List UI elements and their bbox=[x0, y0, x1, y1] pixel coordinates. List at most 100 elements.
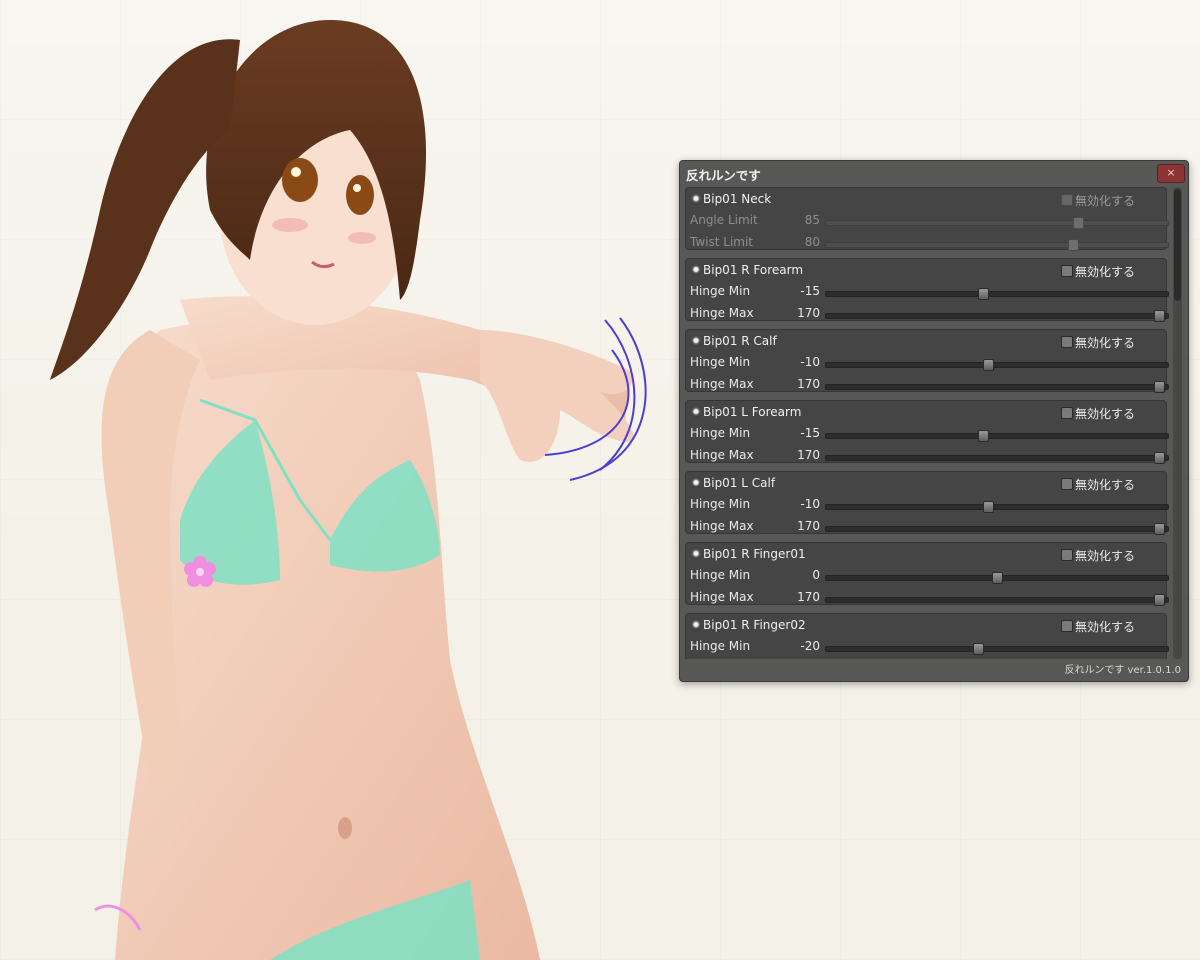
window-title: 反れルンです bbox=[686, 168, 761, 183]
bone-header: Bip01 R Finger01 無効化する bbox=[689, 547, 1165, 563]
slider-thumb[interactable] bbox=[1153, 452, 1165, 464]
limit-label: Hinge Min bbox=[690, 497, 751, 511]
limit-slider[interactable] bbox=[825, 643, 1169, 655]
limit-row: Twist Limit 80 bbox=[689, 235, 1169, 251]
slider-thumb[interactable] bbox=[992, 572, 1003, 584]
limit-slider[interactable] bbox=[825, 430, 1169, 442]
bone-group: Bip01 L Forearm 無効化する Hinge Min -15 Hinge Ma… bbox=[685, 400, 1169, 464]
limit-value: 170 bbox=[797, 590, 820, 604]
disable-toggle-label: 無効化する bbox=[1075, 620, 1136, 634]
limit-label: Hinge Max bbox=[690, 377, 754, 391]
limit-label: Hinge Max bbox=[690, 306, 754, 320]
bone-select-radio[interactable] bbox=[691, 407, 701, 417]
limit-row: Hinge Min -10 bbox=[689, 355, 1169, 371]
bone-select-radio[interactable] bbox=[691, 478, 701, 488]
limit-slider[interactable] bbox=[825, 452, 1169, 464]
bone-header: Bip01 L Calf 無効化する bbox=[689, 476, 1165, 492]
eye-highlight bbox=[291, 167, 301, 177]
blush bbox=[272, 218, 308, 232]
limit-value: -15 bbox=[800, 426, 820, 440]
bone-name: Bip01 R Forearm bbox=[703, 263, 804, 277]
slider-thumb[interactable] bbox=[982, 501, 994, 513]
limit-row: Hinge Max 170 bbox=[689, 377, 1169, 393]
limit-slider[interactable] bbox=[825, 239, 1169, 251]
bone-name: Bip01 L Forearm bbox=[703, 405, 802, 419]
slider-thumb[interactable] bbox=[1153, 523, 1165, 535]
bone-header: Bip01 R Calf 無効化する bbox=[689, 334, 1165, 350]
limit-label: Twist Limit bbox=[690, 235, 754, 249]
limit-row: Angle Limit 85 bbox=[689, 213, 1169, 229]
slider-thumb[interactable] bbox=[982, 359, 994, 371]
disable-toggle-label: 無効化する bbox=[1075, 265, 1136, 279]
checkbox-icon[interactable] bbox=[1061, 407, 1073, 419]
limit-value: 170 bbox=[797, 519, 820, 533]
limit-slider[interactable] bbox=[825, 523, 1169, 535]
scrollbar-thumb[interactable] bbox=[1174, 189, 1181, 301]
checkbox-icon[interactable] bbox=[1061, 620, 1073, 632]
checkbox-icon[interactable] bbox=[1061, 549, 1073, 561]
checkbox-icon[interactable] bbox=[1061, 478, 1073, 490]
navel bbox=[338, 817, 352, 839]
limit-slider[interactable] bbox=[825, 359, 1169, 371]
bone-name: Bip01 L Calf bbox=[703, 476, 776, 490]
limit-slider[interactable] bbox=[825, 572, 1169, 584]
disable-toggle-label: 無効化する bbox=[1075, 549, 1136, 563]
bone-list[interactable]: Bip01 Neck 無効化する Angle Limit 85 Twist Limit 8… bbox=[685, 187, 1169, 659]
bone-header: Bip01 R Forearm 無効化する bbox=[689, 263, 1165, 279]
bone-select-radio[interactable] bbox=[691, 265, 701, 275]
plugin-window[interactable]: 反れルンです × Bip01 Neck 無効化する Angle Limit 85 Twi… bbox=[679, 160, 1189, 682]
limit-row: Hinge Max 170 bbox=[689, 590, 1169, 606]
limit-value: 0 bbox=[812, 568, 820, 582]
disable-toggle-label: 無効化する bbox=[1075, 194, 1136, 208]
version-label: 反れルンです ver.1.0.1.0 bbox=[1064, 665, 1181, 676]
bone-select-radio[interactable] bbox=[691, 549, 701, 559]
blush bbox=[348, 232, 376, 244]
slider-thumb[interactable] bbox=[977, 288, 989, 300]
disable-toggle-label: 無効化する bbox=[1075, 478, 1136, 492]
bone-select-radio[interactable] bbox=[691, 336, 701, 346]
limit-value: -10 bbox=[800, 355, 820, 369]
slider-thumb[interactable] bbox=[1153, 594, 1165, 606]
bone-name: Bip01 Neck bbox=[703, 192, 772, 206]
slider-thumb[interactable] bbox=[1072, 217, 1084, 229]
bone-group: Bip01 R Forearm 無効化する Hinge Min -15 Hinge Ma… bbox=[685, 258, 1169, 322]
limit-slider[interactable] bbox=[825, 594, 1169, 606]
limit-row: Hinge Max 170 bbox=[689, 448, 1169, 464]
bone-select-radio[interactable] bbox=[691, 194, 701, 204]
limit-slider[interactable] bbox=[825, 501, 1169, 513]
limit-value: 80 bbox=[804, 235, 820, 249]
slider-thumb[interactable] bbox=[1068, 239, 1079, 251]
limit-label: Hinge Max bbox=[690, 590, 754, 604]
slider-thumb[interactable] bbox=[972, 643, 984, 655]
slider-thumb[interactable] bbox=[1153, 381, 1165, 393]
bone-select-radio[interactable] bbox=[691, 620, 701, 630]
slider-thumb[interactable] bbox=[1153, 310, 1165, 322]
limit-label: Hinge Min bbox=[690, 284, 751, 298]
limit-value: -20 bbox=[800, 639, 820, 653]
limit-slider[interactable] bbox=[825, 217, 1169, 229]
eye-highlight bbox=[353, 184, 361, 192]
vertical-scrollbar[interactable] bbox=[1173, 187, 1182, 659]
limit-row: Hinge Min -20 bbox=[689, 639, 1169, 655]
limit-row: Hinge Min 0 bbox=[689, 568, 1169, 584]
limit-label: Hinge Min bbox=[690, 568, 751, 582]
limit-value: -10 bbox=[800, 497, 820, 511]
eye-left bbox=[282, 158, 318, 202]
bone-name: Bip01 R Finger01 bbox=[703, 547, 806, 561]
bone-group: Bip01 Neck 無効化する Angle Limit 85 Twist Limit 8… bbox=[685, 187, 1169, 251]
checkbox-icon[interactable] bbox=[1061, 265, 1073, 277]
checkbox-icon[interactable] bbox=[1061, 336, 1073, 348]
limit-slider[interactable] bbox=[825, 381, 1169, 393]
limit-slider[interactable] bbox=[825, 288, 1169, 300]
bone-group: Bip01 R Finger02 無効化する Hinge Min -20Hinge M… bbox=[685, 613, 1169, 659]
checkbox-icon[interactable] bbox=[1061, 194, 1073, 206]
bone-group: Bip01 L Calf 無効化する Hinge Min -10 Hinge Max 17… bbox=[685, 471, 1169, 535]
limit-row: Hinge Min -15 bbox=[689, 426, 1169, 442]
disable-toggle-label: 無効化する bbox=[1075, 407, 1136, 421]
limit-slider[interactable] bbox=[825, 310, 1169, 322]
limit-row: Hinge Max 170 bbox=[689, 306, 1169, 322]
character-model bbox=[50, 20, 647, 960]
slider-thumb[interactable] bbox=[977, 430, 989, 442]
bone-header: Bip01 R Finger02 無効化する bbox=[689, 618, 1165, 634]
close-button[interactable]: × bbox=[1157, 164, 1185, 183]
